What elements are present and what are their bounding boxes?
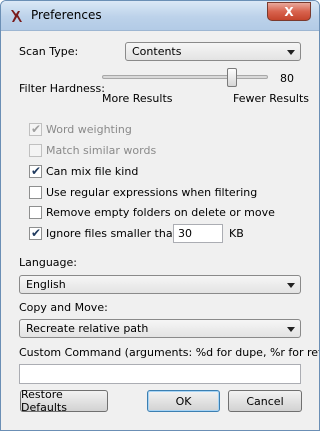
title-bar: Preferences X xyxy=(1,1,319,31)
option-checkbox[interactable] xyxy=(29,206,42,219)
filter-hardness-value: 80 xyxy=(280,72,294,85)
app-icon xyxy=(11,10,22,22)
cancel-button[interactable]: Cancel xyxy=(228,390,302,412)
custom-command-input[interactable] xyxy=(20,365,300,383)
more-results-label: More Results xyxy=(102,92,173,105)
option-checkbox: ✔ xyxy=(29,122,42,136)
ok-button[interactable]: OK xyxy=(147,390,220,412)
ignore-small-files-label: Ignore files smaller than xyxy=(46,227,180,240)
fewer-results-label: Fewer Results xyxy=(233,92,309,105)
filter-hardness-slider-thumb[interactable] xyxy=(226,68,237,87)
option-checkbox[interactable]: ✔ xyxy=(29,164,42,178)
close-button[interactable]: X xyxy=(267,2,311,21)
option-checkbox[interactable] xyxy=(29,186,42,199)
custom-command-field[interactable] xyxy=(19,364,301,384)
scan-type-select[interactable]: Contents xyxy=(125,42,301,61)
preferences-window: Preferences X Scan Type: Contents Filter… xyxy=(0,0,320,431)
copy-move-value: Recreate relative path xyxy=(26,322,149,335)
filter-hardness-slider-track[interactable] xyxy=(102,75,268,79)
size-threshold-input[interactable] xyxy=(174,225,222,242)
copy-move-label: Copy and Move: xyxy=(19,301,108,314)
check-icon: ✔ xyxy=(31,164,42,178)
language-value: English xyxy=(26,278,66,291)
option-label: Word weighting xyxy=(46,123,132,136)
close-icon: X xyxy=(284,4,294,19)
ignore-small-files-checkbox[interactable]: ✔ xyxy=(29,226,42,240)
option-label: Use regular expressions when filtering xyxy=(46,186,258,199)
scan-type-value: Contents xyxy=(132,45,182,58)
dialog-body: Scan Type: Contents Filter Hardness: 80 … xyxy=(8,31,319,424)
size-unit-label: KB xyxy=(229,227,244,240)
window-title: Preferences xyxy=(31,8,102,22)
chevron-down-icon xyxy=(287,283,295,288)
option-label: Remove empty folders on delete or move xyxy=(46,206,275,219)
language-label: Language: xyxy=(19,256,77,269)
chevron-down-icon xyxy=(287,327,295,332)
check-icon: ✔ xyxy=(31,226,42,240)
custom-command-label: Custom Command (arguments: %d for dupe, … xyxy=(19,346,320,359)
copy-move-select[interactable]: Recreate relative path xyxy=(19,319,301,338)
option-checkbox xyxy=(29,144,42,157)
chevron-down-icon xyxy=(287,50,295,55)
filter-hardness-label: Filter Hardness: xyxy=(19,82,105,95)
language-select[interactable]: English xyxy=(19,275,301,294)
size-threshold-field[interactable] xyxy=(173,224,223,243)
restore-defaults-button[interactable]: Restore Defaults xyxy=(20,388,108,414)
option-label: Can mix file kind xyxy=(46,165,139,178)
option-label: Match similar words xyxy=(46,144,157,157)
check-icon: ✔ xyxy=(31,122,42,136)
scan-type-label: Scan Type: xyxy=(19,45,79,58)
